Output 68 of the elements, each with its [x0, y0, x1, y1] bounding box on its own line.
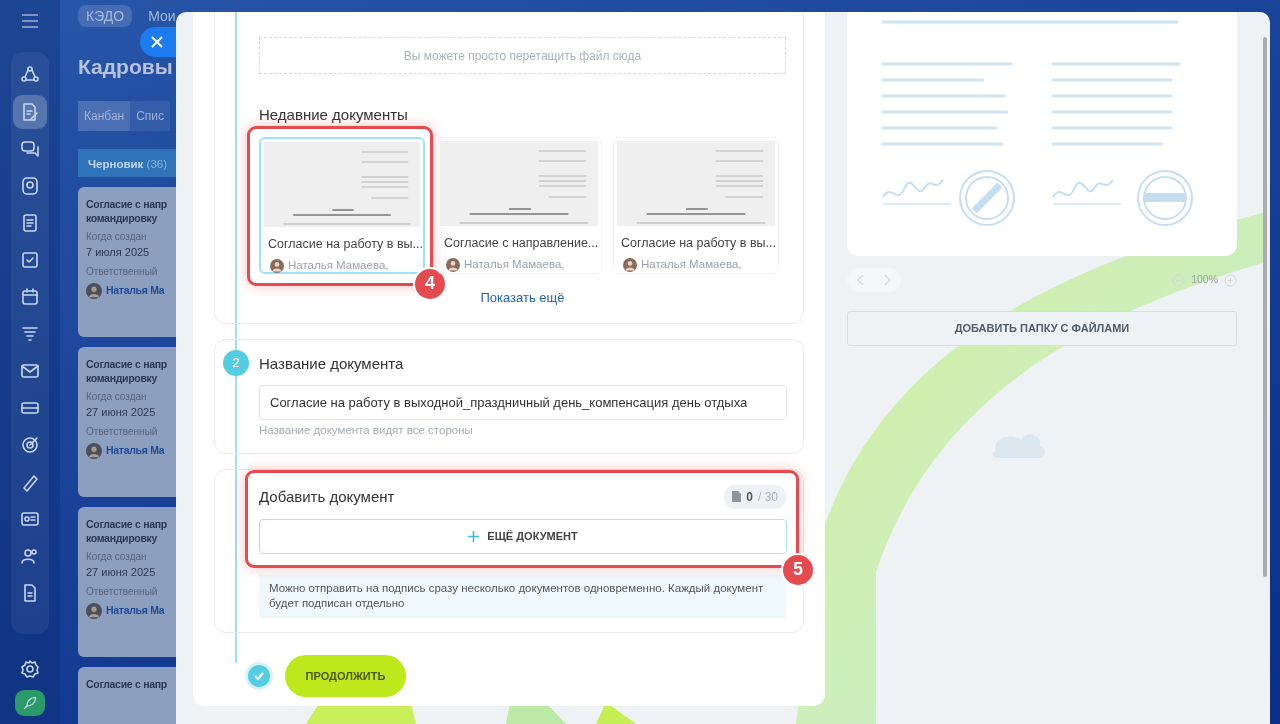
- column-title: Черновик: [88, 157, 145, 170]
- menu-icon[interactable]: [21, 14, 39, 28]
- kanban-card[interactable]: Согласие с напр командировку Когда создан 27 июня 2025 Ответственный Наталья Ма: [78, 506, 176, 657]
- avatar-icon: [623, 257, 637, 272]
- person-name[interactable]: Наталья Ма: [106, 283, 165, 299]
- section-title: Название документа: [259, 354, 405, 374]
- document-title: Согласие на работу в вы...: [268, 235, 420, 253]
- step-number: 2: [223, 350, 249, 376]
- avatar-icon: [86, 283, 102, 299]
- column-count: (36): [146, 157, 167, 170]
- kanban-card[interactable]: Согласие с напр командировку Когда создан 27 июня 2025 Ответственный Наталья Ма: [78, 346, 176, 497]
- document-card[interactable]: Согласие на работу в вы... Наталья Мамаева,: [259, 136, 425, 274]
- card-title: Согласие с напр: [86, 516, 168, 531]
- avatar-icon: [86, 603, 102, 619]
- author-name: Наталья Мамаева,: [464, 257, 565, 273]
- header-tab[interactable]: КЭДО: [78, 5, 133, 27]
- card-title: Согласие с напр: [86, 356, 168, 371]
- document-title: Согласие на работу в вы...: [621, 234, 775, 252]
- annotation-number: 5: [781, 552, 815, 587]
- document-name-field[interactable]: Согласие на работу в выходной_праздничный день_компенсация день отдыха: [259, 384, 787, 420]
- document-pen-icon[interactable]: [13, 95, 47, 129]
- counter-value: 0: [746, 488, 753, 506]
- author-name: Наталья Мамаева,: [641, 257, 742, 273]
- field-label: Ответственный: [86, 585, 159, 599]
- field-label: Ответственный: [86, 425, 159, 439]
- card-title: командировку: [86, 530, 159, 545]
- document-title: Согласие с направление...: [444, 234, 598, 252]
- annotation-number: 4: [413, 266, 447, 301]
- view-tab[interactable]: Спис: [130, 100, 171, 131]
- info-text: Можно отправить на подпись сразу несколько документов одновременно. Каждый документ будет подписан отдельно: [259, 573, 786, 618]
- counter-total: / 30: [758, 488, 778, 506]
- field-label: Ответственный: [86, 265, 159, 279]
- field-label: Когда создан: [86, 389, 148, 404]
- avatar-icon: [270, 258, 284, 273]
- close-icon: [151, 36, 163, 48]
- add-document-button[interactable]: ЕЩЁ ДОКУМЕНТ: [259, 518, 787, 554]
- close-button[interactable]: [140, 27, 176, 57]
- section-title: Недавние документы: [259, 105, 409, 125]
- field-label: Когда создан: [86, 229, 148, 244]
- plus-icon: [468, 530, 480, 542]
- field-label: Когда создан: [86, 549, 148, 564]
- zoom-level: 100%: [1191, 272, 1218, 288]
- card-title: командировку: [86, 210, 159, 225]
- header-tab[interactable]: Мои: [140, 5, 176, 27]
- person-name[interactable]: Наталья Ма: [106, 443, 165, 459]
- person-name[interactable]: Наталья Ма: [106, 603, 165, 619]
- add-folder-button[interactable]: ДОБАВИТЬ ПАПКУ С ФАЙЛАМИ: [847, 311, 1237, 346]
- date-text: 27 июня 2025: [86, 404, 157, 420]
- author-name: Наталья Мамаева,: [288, 258, 389, 274]
- hint-text: Название документа видят все стороны: [259, 422, 474, 438]
- view-tab[interactable]: Канбан: [78, 100, 131, 131]
- kanban-card[interactable]: Согласие с напр командировку Когда создан 7 июля 2025 Ответственный Наталья Ма: [78, 186, 176, 337]
- document-card[interactable]: Согласие с направление... Наталья Мамаева,: [436, 136, 602, 274]
- file-icon: [732, 491, 742, 503]
- avatar-icon: [86, 443, 102, 459]
- card-title: командировку: [86, 370, 159, 385]
- date-text: 7 июля 2025: [86, 244, 151, 260]
- page-title: Кадровы: [78, 54, 174, 80]
- date-text: 27 июня 2025: [86, 564, 157, 580]
- kanban-card[interactable]: Согласие с напр: [78, 666, 176, 724]
- card-title: Согласие с напр: [86, 196, 168, 211]
- document-card[interactable]: Согласие на работу в вы... Наталья Мамаева,: [613, 136, 779, 274]
- card-title: Согласие с напр: [86, 676, 168, 691]
- section-title: Добавить документ: [259, 486, 395, 507]
- check-icon: [245, 661, 273, 690]
- scrollbar[interactable]: [1263, 37, 1267, 577]
- continue-button[interactable]: ПРОДОЛЖИТЬ: [285, 654, 406, 697]
- avatar-icon: [446, 257, 460, 272]
